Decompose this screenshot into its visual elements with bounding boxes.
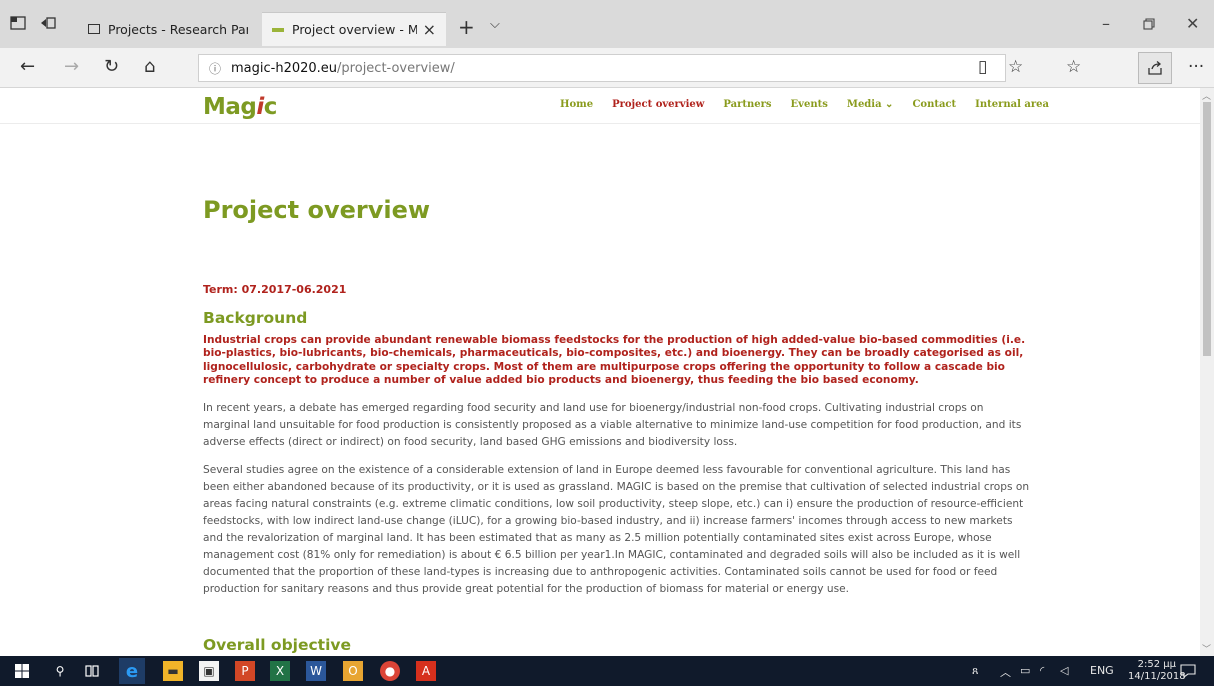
site-info-icon[interactable]: ⓘ xyxy=(209,60,221,77)
nav-partners[interactable]: Partners xyxy=(723,99,771,110)
restore-icon[interactable] xyxy=(1143,18,1155,30)
nav-media[interactable]: Media ⌄ xyxy=(847,99,894,110)
page-title: Project overview xyxy=(203,196,431,224)
scroll-thumb[interactable] xyxy=(1203,102,1211,356)
search-icon[interactable]: ⚲ xyxy=(50,661,70,681)
nav-events[interactable]: Events xyxy=(791,99,828,110)
scroll-down-icon[interactable]: ﹀ xyxy=(1202,642,1211,655)
nav-project-overview[interactable]: Project overview xyxy=(612,99,704,110)
wifi-icon[interactable]: ◜ xyxy=(1040,664,1044,677)
site-nav: Home Project overview Partners Events Me… xyxy=(560,99,1068,110)
chrome-icon[interactable]: ● xyxy=(380,661,400,681)
task-view-icon[interactable] xyxy=(82,661,102,681)
new-tab-icon[interactable]: + xyxy=(458,15,475,39)
clock-time: 2:52 μμ xyxy=(1137,659,1176,670)
page-icon xyxy=(88,24,100,34)
nav-internal-area[interactable]: Internal area xyxy=(975,99,1049,110)
edge-icon[interactable]: e xyxy=(119,658,145,684)
chevron-down-icon[interactable]: ⌵ xyxy=(490,17,500,32)
windows-taskbar: ⚲ e ▬ ▣ P X W O ● A ጸ ︿ ▭ ◜ ◁ ENG 2:52 μ… xyxy=(0,656,1214,686)
tab-label: Projects - Research Participa xyxy=(108,21,248,37)
nav-home[interactable]: Home xyxy=(560,99,593,110)
close-window-icon[interactable]: ✕ xyxy=(1186,14,1199,33)
site-header: Magic Home Project overview Partners Eve… xyxy=(0,88,1200,124)
minimize-icon[interactable]: – xyxy=(1102,14,1110,33)
address-field[interactable]: ⓘ magic-h2020.eu/project-overview/ xyxy=(198,54,1006,82)
logo-letter-i: i xyxy=(256,94,264,120)
tab-projects[interactable]: Projects - Research Participa xyxy=(78,12,258,46)
reading-view-icon[interactable]: ▯ xyxy=(978,57,987,77)
overall-objective-heading: Overall objective xyxy=(203,636,352,654)
favorites-hub-icon[interactable]: ☆ xyxy=(1066,57,1081,77)
share-icon xyxy=(1148,61,1162,75)
forward-icon[interactable]: → xyxy=(64,56,79,77)
magic-logo[interactable]: Magic xyxy=(203,94,277,120)
url-path: /project-overview/ xyxy=(337,60,455,76)
word-icon[interactable]: W xyxy=(306,661,326,681)
powerpoint-icon[interactable]: P xyxy=(235,661,255,681)
logo-letter-g: g xyxy=(240,94,257,120)
share-button[interactable] xyxy=(1138,52,1172,84)
tab-aside-icon[interactable] xyxy=(40,16,56,30)
nav-contact[interactable]: Contact xyxy=(912,99,956,110)
acrobat-icon[interactable]: A xyxy=(416,661,436,681)
tab-project-overview[interactable]: Project overview - Mag × xyxy=(262,12,446,46)
file-explorer-icon[interactable]: ▬ xyxy=(163,661,183,681)
outlook-icon[interactable]: O xyxy=(343,661,363,681)
home-icon[interactable]: ⌂ xyxy=(144,56,155,77)
background-lead: Industrial crops can provide abundant re… xyxy=(203,334,1026,386)
scroll-up-icon[interactable]: ︿ xyxy=(1202,89,1211,102)
web-page: Magic Home Project overview Partners Eve… xyxy=(0,88,1200,656)
volume-icon[interactable]: ◁ xyxy=(1060,664,1068,677)
favorite-star-icon[interactable]: ☆ xyxy=(1008,57,1023,77)
tab-label: Project overview - Mag xyxy=(292,22,417,37)
page-scrollbar[interactable]: ︿ ﹀ xyxy=(1200,88,1214,656)
excel-icon[interactable]: X xyxy=(270,661,290,681)
action-center-icon[interactable] xyxy=(1180,664,1196,678)
address-toolbar: ← → ↻ ⌂ ⓘ magic-h2020.eu/project-overvie… xyxy=(0,48,1214,125)
close-tab-icon[interactable]: × xyxy=(423,20,436,39)
input-language[interactable]: ENG xyxy=(1090,664,1114,677)
paragraph-food-security: In recent years, a debate has emerged re… xyxy=(203,402,1022,448)
paragraph-marginal-land: Several studies agree on the existence o… xyxy=(203,464,1030,595)
background-heading: Background xyxy=(203,309,308,327)
system-clock[interactable]: 2:52 μμ 14/11/2018 xyxy=(1128,659,1186,683)
refresh-icon[interactable]: ↻ xyxy=(104,56,119,77)
chevron-up-icon[interactable]: ︿ xyxy=(1000,664,1011,680)
url-host: magic-h2020.eu xyxy=(231,60,338,76)
more-menu-icon[interactable]: ··· xyxy=(1188,57,1204,77)
windows-start-icon[interactable] xyxy=(12,661,32,681)
store-icon[interactable]: ▣ xyxy=(199,661,219,681)
logo-letters: Ma xyxy=(203,94,241,120)
browser-tab-strip: Projects - Research Participa Project ov… xyxy=(0,0,1214,48)
clock-date: 14/11/2018 xyxy=(1128,671,1186,682)
battery-icon[interactable]: ▭ xyxy=(1020,664,1030,677)
back-icon[interactable]: ← xyxy=(20,56,35,77)
project-term: Term: 07.2017-06.2021 xyxy=(203,283,347,296)
magic-favicon-icon xyxy=(272,27,284,32)
logo-letter-c: c xyxy=(263,94,278,120)
people-icon[interactable]: ጸ xyxy=(972,664,978,678)
tab-actions-icon[interactable] xyxy=(10,16,26,30)
